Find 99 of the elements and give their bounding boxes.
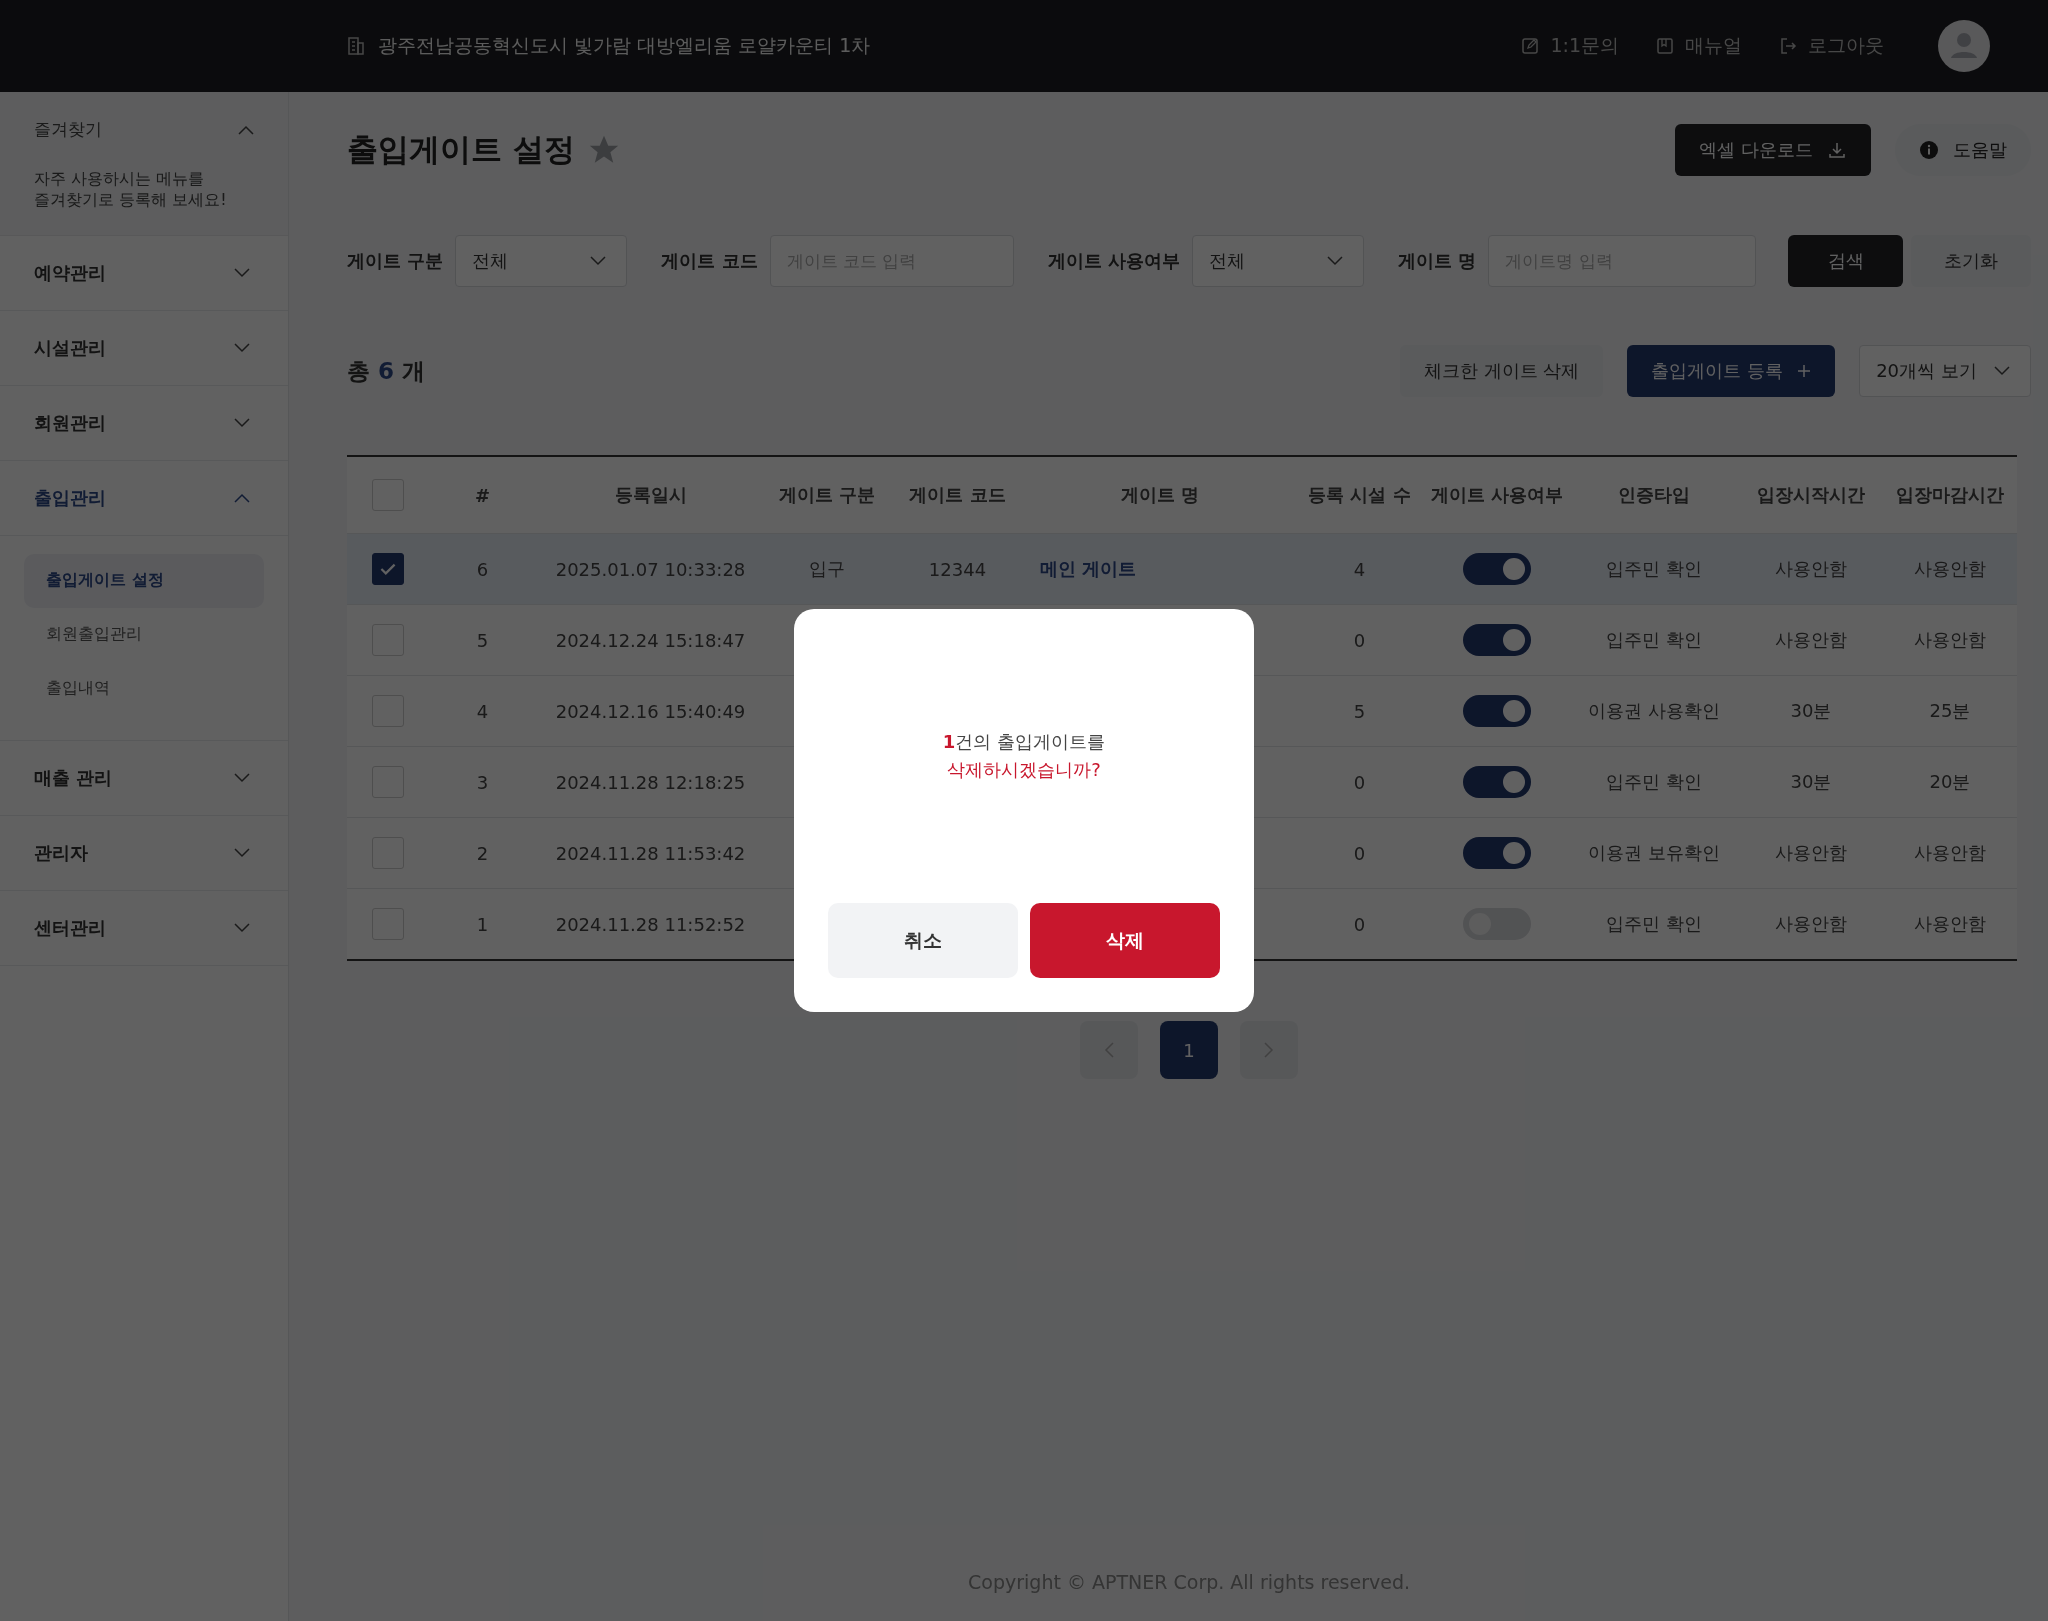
table-cell: 3 — [476, 771, 489, 793]
table-cell: 6 — [476, 558, 489, 580]
dialog-message: 1건의 출입게이트를 — [942, 730, 1106, 754]
table-cell: 입주민 확인 — [1606, 771, 1702, 792]
table-cell: 2024.11.28 11:52:52 — [555, 913, 746, 935]
table-cell: 2025.01.07 10:33:28 — [555, 558, 746, 580]
table-cell: 2024.12.24 15:18:47 — [555, 629, 746, 651]
sidebar-menu-item[interactable]: 출입관리 — [0, 460, 288, 536]
sidebar-subitem[interactable]: 출입내역 — [24, 661, 264, 716]
total-count: 총 6 개 — [347, 356, 426, 386]
chevron-down-icon — [1326, 256, 1343, 266]
table-cell: 0 — [1353, 842, 1366, 864]
sidebar-menu-item[interactable]: 시설관리 — [0, 310, 288, 386]
toggle-switch[interactable] — [1463, 766, 1531, 798]
table-cell: 30분 — [1790, 700, 1832, 721]
table-cell: 사용안함 — [1914, 913, 1986, 934]
table-cell: 5 — [476, 629, 489, 651]
column-header: 게이트 구분 — [765, 456, 889, 534]
dialog-question: 삭제하시겠습니까? — [947, 758, 1101, 782]
table-cell: 사용안함 — [1775, 913, 1847, 934]
building-icon — [346, 36, 366, 56]
chevron-left-icon — [1104, 1042, 1115, 1058]
table-cell: 1 — [476, 913, 489, 935]
page-title: 출입게이트 설정 — [347, 130, 575, 169]
column-header: 등록일시 — [536, 456, 765, 534]
table-cell: 이용권 사용확인 — [1588, 700, 1720, 721]
sidebar-subitem[interactable]: 출입게이트 설정 — [24, 553, 264, 608]
toggle-switch[interactable] — [1463, 695, 1531, 727]
table-cell: 5 — [1353, 700, 1366, 722]
column-header: 입장시작시간 — [1739, 456, 1883, 534]
edit-icon — [1520, 36, 1541, 56]
sidebar-menu-item[interactable]: 매출 관리 — [0, 740, 288, 816]
sidebar-menu-item[interactable]: 관리자 — [0, 815, 288, 891]
filter-select[interactable]: 전체 — [455, 235, 628, 287]
filter-label: 게이트 코드 — [661, 249, 758, 273]
sidebar-menu-item[interactable]: 센터관리 — [0, 890, 288, 966]
plus-icon — [1797, 364, 1812, 378]
table-cell: 이용권 보유확인 — [1588, 842, 1720, 863]
search-button[interactable]: 검색 — [1788, 235, 1904, 287]
table-cell: 0 — [1353, 771, 1366, 793]
sidebar-subitem[interactable]: 회원출입관리 — [24, 607, 264, 662]
page-button[interactable]: 1 — [1160, 1021, 1219, 1079]
table-cell: 2024.11.28 12:18:25 — [555, 771, 746, 793]
column-header: 게이트 코드 — [889, 456, 1026, 534]
register-button[interactable]: 출입게이트 등록 — [1627, 345, 1836, 397]
location-text: 광주전남공동혁신도시 빛가람 대방엘리움 로얄카운티 1차 — [378, 33, 871, 58]
table-cell: 입구 — [809, 558, 845, 579]
table-cell: 사용안함 — [1775, 842, 1847, 863]
row-checkbox[interactable] — [372, 553, 404, 585]
column-header: 게이트 명 — [1026, 456, 1294, 534]
toggle-switch[interactable] — [1463, 553, 1531, 585]
avatar-icon[interactable] — [1938, 20, 1990, 72]
gate-name-link[interactable]: 메인 게이트 — [1040, 558, 1137, 579]
table-cell: 사용안함 — [1914, 842, 1986, 863]
table-cell: 12344 — [928, 558, 987, 580]
delete-button[interactable]: 삭제 — [1030, 903, 1220, 978]
column-header: 입장마감시간 — [1883, 456, 2017, 534]
table-cell: 사용안함 — [1775, 558, 1847, 579]
column-header: 등록 시설 수 — [1294, 456, 1425, 534]
column-header: 게이트 사용여부 — [1425, 456, 1569, 534]
cancel-button[interactable]: 취소 — [828, 903, 1018, 978]
chevron-right-icon — [1264, 1042, 1275, 1058]
toggle-switch[interactable] — [1463, 624, 1531, 656]
table-cell: 입주민 확인 — [1606, 558, 1702, 579]
table-cell: 2024.12.16 15:40:49 — [555, 700, 746, 722]
sidebar-menu-item[interactable]: 회원관리 — [0, 385, 288, 461]
download-icon — [1827, 140, 1848, 160]
filter-label: 게이트 사용여부 — [1047, 249, 1180, 273]
table-cell: 4 — [1353, 558, 1366, 580]
table-cell: 사용안함 — [1914, 629, 1986, 650]
table-cell: 입주민 확인 — [1606, 913, 1702, 934]
filter-select[interactable]: 전체 — [1191, 235, 1364, 287]
info-icon — [1919, 140, 1940, 160]
table-cell: 2 — [476, 842, 489, 864]
logout-icon — [1778, 36, 1798, 56]
toggle-switch[interactable] — [1463, 837, 1531, 869]
table-cell: 20분 — [1929, 771, 1971, 792]
column-header: 인증타입 — [1569, 456, 1739, 534]
excel-download-button[interactable]: 엑셀 다운로드 — [1675, 124, 1872, 176]
filter-label: 게이트 명 — [1397, 249, 1477, 273]
table-cell: 0 — [1353, 913, 1366, 935]
page-size-select[interactable]: 20개씩 보기 — [1859, 345, 2032, 397]
chevron-down-icon — [1994, 366, 2011, 376]
table-cell: 2024.11.28 11:53:42 — [555, 842, 746, 864]
book-icon — [1655, 36, 1675, 56]
favorites-toggle[interactable]: 즐겨찾기 — [34, 118, 254, 141]
column-header: # — [429, 456, 536, 534]
table-cell: 25분 — [1929, 700, 1971, 721]
table-cell: 4 — [476, 700, 489, 722]
table-cell: 0 — [1353, 629, 1366, 651]
previous-page-button[interactable] — [1080, 1021, 1139, 1079]
table-cell: 사용안함 — [1914, 558, 1986, 579]
table-cell: 입주민 확인 — [1606, 629, 1702, 650]
favorites-hint: 자주 사용하시는 메뉴를 즐겨찾기로 등록해 보세요! — [34, 169, 228, 211]
next-page-button[interactable] — [1240, 1021, 1299, 1079]
table-cell: 30분 — [1790, 771, 1832, 792]
table-cell: 사용안함 — [1775, 629, 1847, 650]
chevron-down-icon — [590, 256, 607, 266]
filter-label: 게이트 구분 — [347, 249, 444, 273]
